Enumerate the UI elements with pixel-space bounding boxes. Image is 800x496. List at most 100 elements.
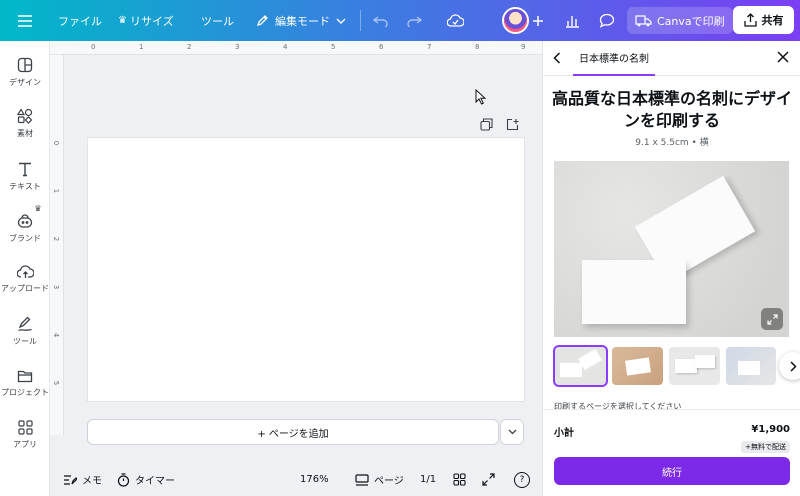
ruler-tick-label: 0 bbox=[52, 140, 61, 146]
grid-view-icon[interactable] bbox=[453, 473, 466, 486]
continue-button[interactable]: 続行 bbox=[554, 457, 790, 485]
business-card-mockup bbox=[582, 260, 686, 324]
edit-mode-label: 編集モード bbox=[275, 14, 330, 28]
pages-button[interactable]: ページ bbox=[355, 472, 404, 487]
subtotal-price: ¥1,900 bbox=[751, 424, 790, 435]
free-shipping-badge: +無料で配送 bbox=[741, 441, 790, 453]
upload-icon bbox=[16, 265, 34, 278]
product-preview-image bbox=[554, 161, 789, 337]
next-thumbnails-button[interactable] bbox=[779, 352, 800, 380]
fullscreen-icon[interactable] bbox=[482, 473, 495, 486]
add-collaborator-icon[interactable] bbox=[532, 0, 544, 41]
truck-icon bbox=[635, 14, 652, 26]
mouse-cursor-icon bbox=[475, 89, 486, 105]
help-icon: ? bbox=[519, 474, 525, 485]
thumbnail[interactable] bbox=[669, 347, 720, 385]
timer-button[interactable]: タイマー bbox=[117, 472, 175, 487]
comment-icon[interactable] bbox=[599, 0, 615, 41]
add-page-icon[interactable] bbox=[506, 118, 519, 131]
tab-product[interactable]: 日本標準の名刺 bbox=[573, 41, 655, 76]
menu-icon[interactable] bbox=[18, 0, 32, 41]
ruler-tick-label: 3 bbox=[235, 43, 240, 51]
undo-icon[interactable] bbox=[373, 0, 389, 41]
tools-menu[interactable]: ツール bbox=[201, 0, 234, 41]
sidebar-item-elements[interactable]: 素材 bbox=[0, 108, 50, 139]
resize-label: リサイズ bbox=[129, 14, 174, 28]
pencil-icon bbox=[256, 15, 268, 27]
tab-label: 日本標準の名刺 bbox=[579, 54, 649, 65]
checkout-footer: 小計 ¥1,900 +無料で配送 続行 bbox=[543, 409, 800, 496]
top-toolbar: ファイル ♛ リサイズ ツール 編集モード Canvaで印刷 共有 bbox=[0, 0, 800, 41]
chevron-down-icon bbox=[336, 18, 346, 24]
ruler-tick-label: 0 bbox=[91, 43, 96, 51]
continue-label: 続行 bbox=[662, 467, 682, 479]
add-page-label: + ページを追加 bbox=[257, 428, 329, 440]
ruler-tick-label: 4 bbox=[52, 332, 61, 338]
ruler-tick-label: 1 bbox=[52, 188, 61, 194]
design-icon bbox=[17, 57, 33, 73]
ruler-tick-label: 8 bbox=[475, 43, 480, 51]
sidebar-item-upload[interactable]: アップロード bbox=[0, 264, 50, 294]
text-icon bbox=[19, 162, 31, 177]
ruler-tick-label: 3 bbox=[52, 284, 61, 290]
sidebar-item-apps[interactable]: アプリ bbox=[0, 420, 50, 450]
print-panel: 日本標準の名刺 高品質な日本標準の名刺にデザインを印刷する 9.1 x 5.5c… bbox=[542, 41, 800, 496]
left-sidebar: デザイン 素材 テキスト ♛ ブランド アップロード ツール プロジェクト アプ… bbox=[0, 41, 50, 496]
redo-icon[interactable] bbox=[406, 0, 422, 41]
ruler-tick-label: 5 bbox=[331, 43, 336, 51]
file-menu[interactable]: ファイル bbox=[58, 0, 102, 41]
ruler-vertical: 0 1 2 3 4 5 bbox=[50, 55, 64, 435]
ruler-tick-label: 2 bbox=[52, 236, 61, 242]
draw-icon bbox=[18, 316, 32, 332]
subtotal-label: 小計 bbox=[554, 428, 574, 439]
page-counter: 1/1 bbox=[420, 474, 436, 485]
print-with-canva-button[interactable]: Canvaで印刷 bbox=[627, 7, 733, 34]
thumbnail[interactable] bbox=[555, 347, 606, 385]
avatar[interactable] bbox=[502, 7, 529, 34]
close-icon[interactable] bbox=[777, 51, 789, 63]
design-page[interactable] bbox=[88, 138, 524, 401]
ruler-tick-label: 4 bbox=[283, 43, 288, 51]
sidebar-item-projects[interactable]: プロジェクト bbox=[0, 369, 50, 398]
share-button[interactable]: 共有 bbox=[733, 6, 794, 34]
zoom-value: 176% bbox=[300, 474, 329, 485]
zoom-level[interactable]: 176% bbox=[300, 474, 329, 485]
help-button[interactable]: ? bbox=[514, 471, 530, 488]
elements-icon bbox=[17, 108, 33, 124]
sidebar-item-label: デザイン bbox=[9, 78, 41, 87]
panel-header: 日本標準の名刺 bbox=[543, 41, 800, 76]
bottom-bar: メモ タイマー 176% ページ 1/1 ? bbox=[50, 463, 542, 496]
ruler-horizontal: 0 1 2 3 4 5 6 7 8 9 bbox=[50, 41, 542, 55]
sidebar-item-tools[interactable]: ツール bbox=[0, 316, 50, 347]
back-icon[interactable] bbox=[553, 52, 561, 64]
insights-icon[interactable] bbox=[565, 0, 580, 41]
sidebar-item-label: アプリ bbox=[13, 440, 37, 449]
tools-label: ツール bbox=[201, 14, 234, 28]
sidebar-item-text[interactable]: テキスト bbox=[0, 161, 50, 192]
expand-icon[interactable] bbox=[761, 308, 783, 330]
apps-icon bbox=[17, 420, 33, 435]
sidebar-item-label: アップロード bbox=[1, 284, 49, 293]
canvas-area: 0 1 2 3 4 5 6 7 8 9 0 1 2 3 4 5 + ページを追加… bbox=[50, 41, 542, 496]
sidebar-item-label: 素材 bbox=[17, 129, 33, 138]
sidebar-item-label: テキスト bbox=[9, 182, 41, 191]
timer-icon bbox=[117, 472, 130, 487]
sidebar-item-design[interactable]: デザイン bbox=[0, 57, 50, 88]
notes-label: メモ bbox=[82, 476, 102, 487]
resize-button[interactable]: ♛ リサイズ bbox=[118, 0, 174, 41]
add-page-options-button[interactable] bbox=[500, 419, 524, 445]
sidebar-item-label: ブランド bbox=[9, 234, 41, 243]
sidebar-item-brand[interactable]: ♛ ブランド bbox=[0, 204, 50, 244]
pages-label: ページ bbox=[374, 476, 404, 487]
notes-button[interactable]: メモ bbox=[63, 472, 102, 487]
notes-icon bbox=[64, 474, 77, 485]
ruler-tick-label: 1 bbox=[139, 43, 144, 51]
duplicate-page-icon[interactable] bbox=[480, 118, 493, 131]
cloud-save-icon[interactable] bbox=[447, 0, 464, 41]
thumbnail[interactable] bbox=[726, 347, 776, 385]
share-icon bbox=[743, 13, 757, 27]
thumbnail[interactable] bbox=[612, 347, 663, 385]
add-page-button[interactable]: + ページを追加 bbox=[87, 419, 499, 445]
file-menu-label: ファイル bbox=[58, 14, 102, 28]
edit-mode-dropdown[interactable]: 編集モード bbox=[256, 0, 346, 41]
